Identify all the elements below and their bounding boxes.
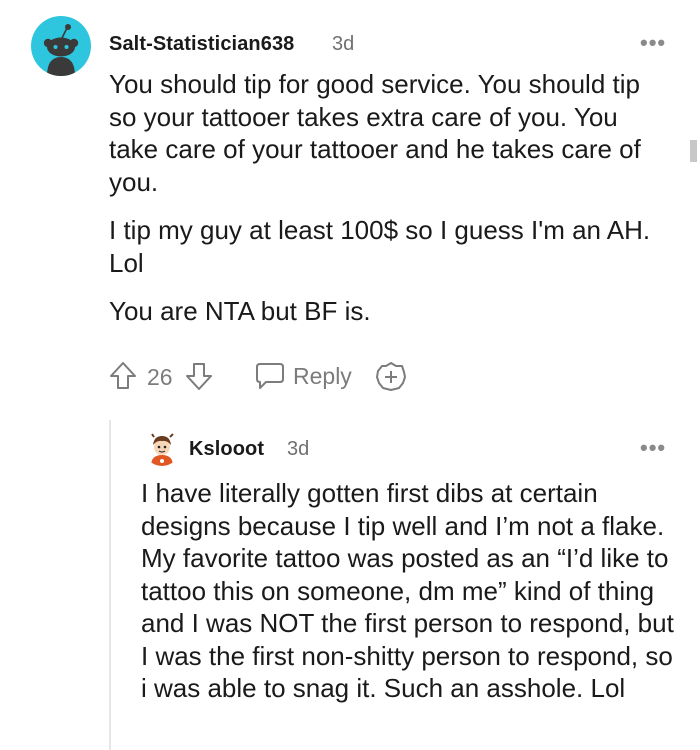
chat-bubble-icon <box>256 363 284 389</box>
reply-age: 3d <box>287 438 310 460</box>
upvote-button[interactable] <box>108 360 138 397</box>
downvote-button[interactable] <box>184 360 214 397</box>
vote-count: 26 <box>147 364 173 390</box>
thread-line[interactable] <box>109 420 111 750</box>
scrollbar-thumb[interactable] <box>690 140 697 162</box>
reply-button[interactable]: Reply <box>254 359 354 393</box>
reply-label: Reply <box>293 363 352 389</box>
comment-body: You should tip for good service. You sho… <box>109 68 669 328</box>
reddit-snoo-avatar-icon <box>43 24 79 76</box>
reply-more-options-icon[interactable]: ••• <box>640 435 666 461</box>
comment-paragraph: You are NTA but BF is. <box>109 296 371 326</box>
reply-username[interactable]: Kslooot <box>189 438 264 461</box>
comment-paragraph: I tip my guy at least 100$ so I guess I'… <box>109 215 651 278</box>
comment-paragraph: You should tip for good service. You sho… <box>109 69 641 197</box>
comment-username[interactable]: Salt-Statistician638 <box>109 33 294 56</box>
reply-avatar[interactable] <box>144 430 180 466</box>
reply-body: I have literally gotten first dibs at ce… <box>141 478 674 703</box>
upvote-arrow-icon <box>110 362 136 389</box>
more-options-icon[interactable]: ••• <box>640 30 666 56</box>
comment-age: 3d <box>332 33 355 55</box>
award-button[interactable] <box>374 360 408 399</box>
cartoon-avatar-icon <box>151 433 174 466</box>
downvote-arrow-icon <box>186 363 212 390</box>
user-avatar[interactable] <box>31 16 91 76</box>
award-plus-icon <box>376 362 406 391</box>
